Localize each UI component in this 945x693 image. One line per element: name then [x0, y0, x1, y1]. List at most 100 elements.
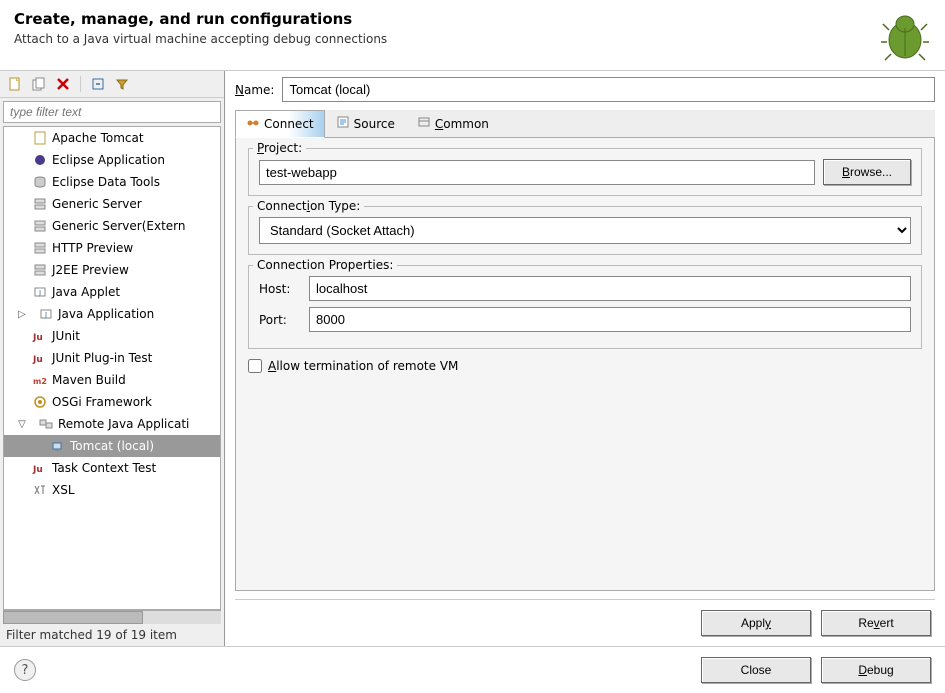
tree-item-apache-tomcat[interactable]: Apache Tomcat	[4, 127, 220, 149]
dialog-footer: ? Close Debug	[0, 646, 945, 693]
apply-button[interactable]: Apply	[701, 610, 811, 636]
config-type-icon: m2	[32, 372, 48, 388]
debug-bug-icon	[879, 10, 931, 62]
tab-source[interactable]: Source	[325, 110, 406, 137]
config-type-icon	[32, 482, 48, 498]
config-type-icon	[38, 416, 54, 432]
project-input[interactable]	[259, 160, 815, 185]
tree-item-label: OSGi Framework	[52, 395, 152, 409]
connection-type-select[interactable]: Standard (Socket Attach)	[259, 217, 911, 244]
debug-button[interactable]: Debug	[821, 657, 931, 683]
tree-item-eclipse-data-tools[interactable]: Eclipse Data Tools	[4, 171, 220, 193]
host-label: Host:	[259, 282, 299, 296]
tree-horizontal-scrollbar[interactable]	[3, 610, 221, 624]
dialog-title: Create, manage, and run configurations	[14, 10, 387, 28]
name-input[interactable]	[282, 77, 935, 102]
tree-item-eclipse-application[interactable]: Eclipse Application	[4, 149, 220, 171]
new-config-button[interactable]	[6, 75, 24, 93]
tree-item-label: Generic Server(Extern	[52, 219, 185, 233]
config-type-icon	[32, 262, 48, 278]
tree-item-label: Java Applet	[52, 285, 120, 299]
tree-item-label: Remote Java Applicati	[58, 417, 189, 431]
close-button[interactable]: Close	[701, 657, 811, 683]
config-type-icon	[32, 130, 48, 146]
svg-text:Ju: Ju	[32, 355, 43, 365]
tree-item-maven-build[interactable]: m2 Maven Build	[4, 369, 220, 391]
expand-icon[interactable]: ▽	[16, 419, 28, 430]
tree-item-remote-java-applicati[interactable]: ▽ Remote Java Applicati	[4, 413, 220, 435]
tree-item-label: Apache Tomcat	[52, 131, 144, 145]
svg-text:Ju: Ju	[32, 465, 43, 475]
port-input[interactable]	[309, 307, 911, 332]
tab-common[interactable]: Common	[406, 110, 500, 137]
tree-item-junit-plug-in-test[interactable]: Ju JUnit Plug-in Test	[4, 347, 220, 369]
tree-item-junit[interactable]: Ju JUnit	[4, 325, 220, 347]
tree-item-label: Java Application	[58, 307, 154, 321]
svg-text:Ju: Ju	[32, 333, 43, 343]
tree-item-label: Generic Server	[52, 197, 142, 211]
tree-item-label: JUnit Plug-in Test	[52, 351, 152, 365]
config-type-icon	[32, 218, 48, 234]
tree-item-label: J2EE Preview	[52, 263, 129, 277]
config-type-icon	[32, 240, 48, 256]
allow-terminate-checkbox[interactable]	[248, 359, 262, 373]
host-input[interactable]	[309, 276, 911, 301]
tree-item-http-preview[interactable]: HTTP Preview	[4, 237, 220, 259]
help-button[interactable]: ?	[14, 659, 36, 681]
common-icon	[417, 115, 431, 132]
dialog-header: Create, manage, and run configurations A…	[0, 0, 945, 71]
config-type-icon: Ju	[32, 350, 48, 366]
tree-item-label: XSL	[52, 483, 75, 497]
duplicate-config-button[interactable]	[30, 75, 48, 93]
config-tabs: Connect Source Common	[235, 110, 935, 138]
tree-item-java-applet[interactable]: J Java Applet	[4, 281, 220, 303]
tree-item-label: Tomcat (local)	[70, 439, 154, 453]
tree-item-xsl[interactable]: XSL	[4, 479, 220, 501]
tree-item-label: Maven Build	[52, 373, 126, 387]
filter-status: Filter matched 19 of 19 item	[0, 624, 224, 646]
source-icon	[336, 115, 350, 132]
config-tree[interactable]: Apache Tomcat Eclipse Application Eclipse …	[3, 126, 221, 610]
config-type-icon: J	[38, 306, 54, 322]
config-type-icon	[32, 394, 48, 410]
tree-item-task-context-test[interactable]: Ju Task Context Test	[4, 457, 220, 479]
tree-item-generic-server-extern[interactable]: Generic Server(Extern	[4, 215, 220, 237]
svg-text:m2: m2	[33, 377, 47, 386]
tree-item-label: Task Context Test	[52, 461, 156, 475]
config-content: Name: Connect Source Common Project:	[225, 71, 945, 646]
connection-properties-label: Connection Properties:	[253, 258, 397, 272]
project-label: Project:	[253, 141, 306, 155]
config-type-icon: Ju	[32, 460, 48, 476]
tree-item-tomcat-local-[interactable]: Tomcat (local)	[4, 435, 220, 457]
expand-icon[interactable]: ▷	[16, 309, 28, 320]
svg-text:J: J	[38, 289, 41, 297]
browse-button[interactable]: Browse...	[823, 159, 911, 185]
config-type-icon: J	[32, 284, 48, 300]
config-type-icon: Ju	[32, 328, 48, 344]
dialog-subtitle: Attach to a Java virtual machine accepti…	[14, 32, 387, 46]
connect-icon	[246, 116, 260, 133]
revert-button[interactable]: Revert	[821, 610, 931, 636]
name-label: Name:	[235, 83, 274, 97]
tree-item-label: JUnit	[52, 329, 80, 343]
filter-input[interactable]	[3, 101, 221, 123]
sidebar-toolbar	[0, 71, 224, 98]
port-label: Port:	[259, 313, 299, 327]
tree-item-generic-server[interactable]: Generic Server	[4, 193, 220, 215]
tree-item-j2ee-preview[interactable]: J2EE Preview	[4, 259, 220, 281]
tree-item-label: HTTP Preview	[52, 241, 133, 255]
collapse-all-button[interactable]	[89, 75, 107, 93]
tree-item-label: Eclipse Data Tools	[52, 175, 160, 189]
tree-item-java-application[interactable]: ▷ J Java Application	[4, 303, 220, 325]
svg-text:J: J	[44, 311, 47, 319]
tab-connect[interactable]: Connect	[235, 110, 325, 138]
filter-button[interactable]	[113, 75, 131, 93]
allow-terminate-label: Allow termination of remote VM	[268, 359, 458, 373]
delete-config-button[interactable]	[54, 75, 72, 93]
configurations-sidebar: Apache Tomcat Eclipse Application Eclipse …	[0, 71, 225, 646]
config-type-icon	[32, 196, 48, 212]
config-type-icon	[50, 438, 66, 454]
tree-item-osgi-framework[interactable]: OSGi Framework	[4, 391, 220, 413]
connect-tabpanel: Project: Browse... Connection Type: Stan…	[235, 138, 935, 591]
config-type-icon	[32, 152, 48, 168]
